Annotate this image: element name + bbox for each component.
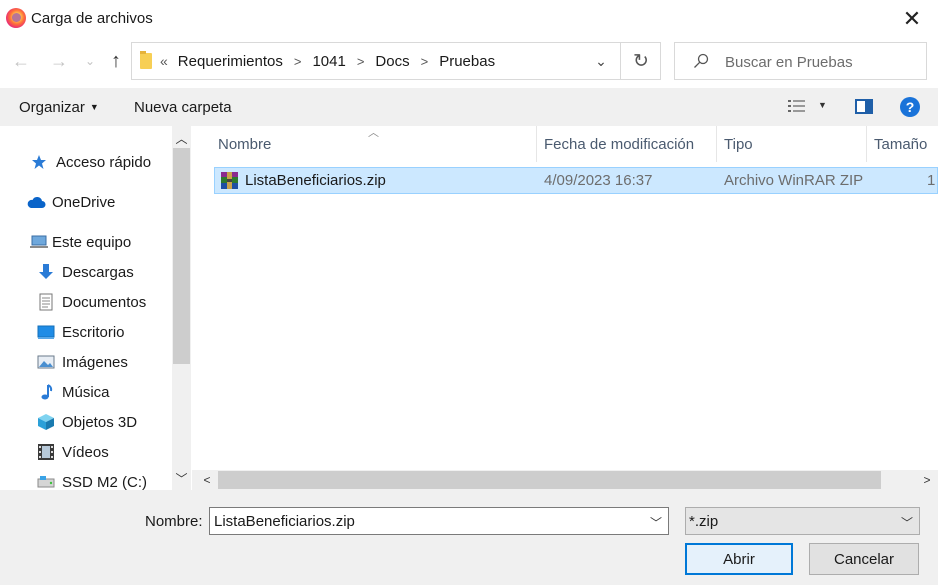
filename-field[interactable]: ListaBeneficiarios.zip ﹀ <box>209 507 669 535</box>
chevron-down-icon[interactable]: ﹀ <box>901 514 913 531</box>
firefox-icon <box>6 8 26 28</box>
sidebar-item-videos[interactable]: Vídeos <box>37 440 109 464</box>
file-list: ︿ Nombre Fecha de modificación Tipo Tama… <box>192 126 938 470</box>
pictures-icon <box>37 353 55 371</box>
sidebar-item-music[interactable]: Música <box>37 380 110 404</box>
cloud-icon <box>26 193 46 211</box>
sidebar-item-label: Descargas <box>62 263 134 281</box>
star-icon <box>30 153 48 171</box>
back-button[interactable]: ← <box>8 46 34 76</box>
sidebar-item-label: Documentos <box>62 293 147 311</box>
sidebar-item-desktop[interactable]: Escritorio <box>37 320 125 344</box>
scroll-down-icon[interactable]: ﹀ <box>172 468 191 488</box>
sidebar-item-this-pc[interactable]: Este equipo <box>30 230 131 254</box>
window-title: Carga de archivos <box>31 10 153 27</box>
filter-value: *.zip <box>689 513 719 530</box>
new-folder-button[interactable]: Nueva carpeta <box>134 99 232 116</box>
sidebar-item-pictures[interactable]: Imágenes <box>37 350 128 374</box>
open-button[interactable]: Abrir <box>685 543 793 575</box>
drive-icon <box>37 473 55 490</box>
sidebar-item-downloads[interactable]: Descargas <box>37 260 134 284</box>
column-header-size[interactable]: Tamaño <box>866 126 938 162</box>
breadcrumb-item[interactable]: Requerimientos <box>178 53 283 70</box>
sidebar-item-label: Música <box>62 383 110 401</box>
breadcrumb-separator[interactable]: > <box>421 54 429 69</box>
filename-label: Nombre: <box>145 513 203 530</box>
navigation-pane: Acceso rápido OneDrive Este equipo Desca… <box>0 126 192 490</box>
search-input[interactable] <box>725 51 920 73</box>
scrollbar-thumb[interactable] <box>218 471 881 489</box>
dialog-footer: Nombre: ListaBeneficiarios.zip ﹀ *.zip ﹀… <box>0 490 938 585</box>
scroll-up-icon[interactable]: ︿ <box>172 128 191 148</box>
address-bar[interactable]: « Requerimientos > 1041 > Docs > Pruebas… <box>131 42 661 80</box>
cancel-button[interactable]: Cancelar <box>809 543 919 575</box>
refresh-button[interactable]: ↻ <box>620 43 661 79</box>
help-icon[interactable]: ? <box>900 97 920 117</box>
navigation-bar: ← → ⌄ ↑ « Requerimientos > 1041 > Docs >… <box>0 38 938 84</box>
file-date: 4/09/2023 16:37 <box>544 172 653 189</box>
file-name: ListaBeneficiarios.zip <box>245 172 386 189</box>
breadcrumb-item[interactable]: Pruebas <box>439 53 495 70</box>
table-row[interactable]: ListaBeneficiarios.zip 4/09/2023 16:37 A… <box>214 167 938 194</box>
forward-button[interactable]: → <box>46 46 72 76</box>
breadcrumb-separator[interactable]: > <box>294 54 302 69</box>
sidebar-item-label: Vídeos <box>62 443 109 461</box>
computer-icon <box>30 233 48 251</box>
sidebar-item-label: Objetos 3D <box>62 413 138 431</box>
breadcrumb-separator[interactable]: > <box>357 54 365 69</box>
breadcrumb-item[interactable]: 1041 <box>312 53 345 70</box>
breadcrumb-item[interactable]: Docs <box>375 53 409 70</box>
scroll-right-icon[interactable]: > <box>917 470 937 490</box>
caret-down-icon: ▼ <box>89 102 99 112</box>
music-icon <box>37 383 55 401</box>
breadcrumb-overflow[interactable]: « <box>160 53 168 69</box>
view-dropdown-icon[interactable]: ▼ <box>818 100 827 110</box>
column-header-type[interactable]: Tipo <box>716 126 866 162</box>
recent-locations-button[interactable]: ⌄ <box>80 46 100 76</box>
breadcrumb: « Requerimientos > 1041 > Docs > Pruebas <box>160 43 495 79</box>
file-list-horizontal-scrollbar[interactable]: < > <box>192 470 938 490</box>
address-history-dropdown[interactable]: ⌄ <box>582 43 620 79</box>
sidebar-item-onedrive[interactable]: OneDrive <box>26 190 115 214</box>
column-header-date[interactable]: Fecha de modificación <box>536 126 716 162</box>
organize-label: Organizar <box>19 99 85 116</box>
sidebar-item-documents[interactable]: Documentos <box>37 290 146 314</box>
file-type-filter[interactable]: *.zip ﹀ <box>685 507 920 535</box>
organize-menu-button[interactable]: Organizar ▼ <box>19 99 99 116</box>
desktop-icon <box>37 323 55 341</box>
winrar-zip-icon <box>221 172 238 189</box>
download-icon <box>37 263 55 281</box>
view-options-icon[interactable] <box>787 98 807 116</box>
sidebar-item-label: Acceso rápido <box>56 153 152 171</box>
up-folder-button[interactable]: ↑ <box>103 46 129 76</box>
title-bar: Carga de archivos ✕ <box>0 0 938 38</box>
preview-pane-icon[interactable] <box>855 99 873 114</box>
command-toolbar: Organizar ▼ Nueva carpeta ▼ ? <box>0 88 938 126</box>
chevron-down-icon[interactable]: ﹀ <box>650 514 662 531</box>
video-icon <box>37 443 55 461</box>
close-button[interactable]: ✕ <box>890 0 934 38</box>
sidebar-item-label: Escritorio <box>62 323 125 341</box>
search-box[interactable] <box>674 42 927 80</box>
document-icon <box>37 293 55 311</box>
filename-value[interactable]: ListaBeneficiarios.zip <box>214 513 355 530</box>
sidebar-item-3d-objects[interactable]: Objetos 3D <box>37 410 137 434</box>
sidebar-item-label: OneDrive <box>52 193 116 211</box>
sidebar-item-quick-access[interactable]: Acceso rápido <box>30 150 151 174</box>
search-icon <box>694 53 709 68</box>
folder-icon <box>140 51 152 69</box>
sidebar-item-label: Este equipo <box>52 233 132 251</box>
file-type: Archivo WinRAR ZIP <box>724 172 864 189</box>
scrollbar-thumb[interactable] <box>173 148 190 364</box>
cube-icon <box>37 413 55 431</box>
column-header-name[interactable]: Nombre <box>210 126 536 162</box>
scroll-left-icon[interactable]: < <box>197 470 217 490</box>
sidebar-item-label: SSD M2 (C:) <box>62 473 148 491</box>
sidebar-item-label: Imágenes <box>62 353 128 371</box>
sidebar-item-ssd-drive[interactable]: SSD M2 (C:) <box>37 470 147 490</box>
file-size: 1 <box>927 172 936 189</box>
navigation-pane-scrollbar[interactable]: ︿ ﹀ <box>172 126 191 490</box>
